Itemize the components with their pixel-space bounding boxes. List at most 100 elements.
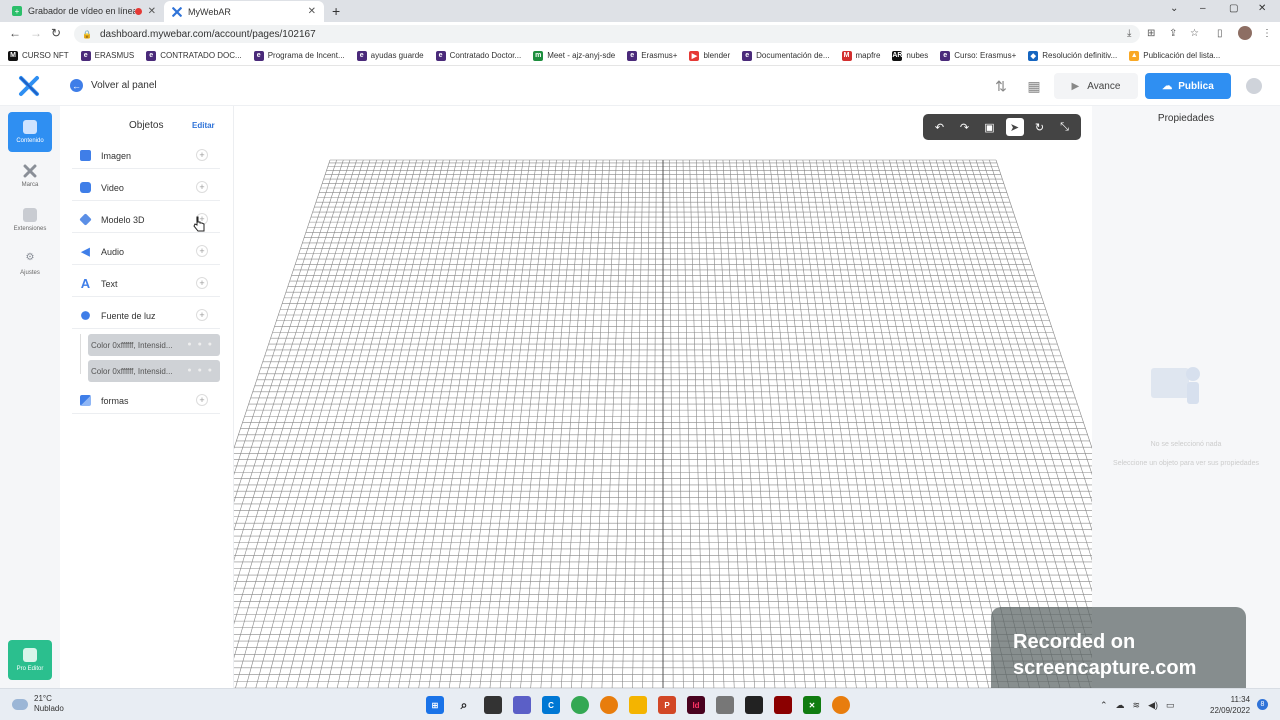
bookmark-star-icon[interactable]: ☆ [1190, 28, 1199, 39]
qr-code-icon[interactable]: ▦ [1020, 73, 1048, 99]
redo-icon[interactable]: ↷ [956, 118, 974, 136]
url-field[interactable]: 🔒 dashboard.mywebar.com/account/pages/10… [74, 25, 1140, 43]
bookmark-item[interactable]: e CONTRATADO DOC... [146, 50, 242, 61]
notification-badge[interactable]: 8 [1257, 699, 1268, 710]
add-video-icon[interactable]: + [196, 181, 208, 193]
search-icon[interactable]: ⌕ [455, 696, 473, 714]
indesign-icon[interactable]: Id [687, 696, 705, 714]
object-item-text[interactable]: A Text + [72, 271, 220, 297]
bookmark-item[interactable]: e Curso: Erasmus+ [940, 50, 1016, 61]
close-tab-icon[interactable]: ✕ [148, 6, 156, 17]
sort-arrows-icon[interactable]: ⇅ [987, 73, 1015, 99]
bookmark-item[interactable]: AR nubes [892, 50, 928, 61]
object-item-shapes[interactable]: formas + [72, 388, 220, 414]
objects-title: Objetos [129, 120, 164, 131]
add-audio-icon[interactable]: + [196, 245, 208, 257]
app-icon[interactable] [774, 696, 792, 714]
mywebar-logo-icon[interactable] [18, 75, 40, 97]
add-image-icon[interactable]: + [196, 149, 208, 161]
unity-icon[interactable] [745, 696, 763, 714]
battery-icon[interactable]: ▭ [1166, 700, 1175, 711]
edge-icon[interactable]: C [542, 696, 560, 714]
bookmark-item[interactable]: ▲ Publicación del lista... [1129, 50, 1220, 61]
scale-icon[interactable]: ⤡ [1056, 118, 1074, 136]
add-shape-icon[interactable]: + [196, 394, 208, 406]
blender-icon[interactable] [832, 696, 850, 714]
chrome-icon[interactable] [571, 696, 589, 714]
close-tab-icon[interactable]: ✕ [308, 6, 316, 17]
add-light-icon[interactable]: + [196, 309, 208, 321]
powerpoint-icon[interactable]: P [658, 696, 676, 714]
bookmark-item[interactable]: m Meet - ajz-anyj-sde [533, 50, 615, 61]
preview-button[interactable]: ▶ Avance [1054, 73, 1138, 99]
rail-item-settings[interactable]: ⚙ Ajustes [8, 244, 52, 284]
close-window-icon[interactable]: ✕ [1258, 3, 1266, 14]
item-actions-icon[interactable]: ● ● ● [187, 367, 214, 374]
bookmark-item[interactable]: e ayudas guarde [356, 50, 424, 61]
select-pointer-icon[interactable]: ➤ [1005, 118, 1024, 136]
scene-canvas[interactable]: ↶ ↷ ▣ ➤ ↻ ⤡ [234, 106, 1092, 688]
bookmark-item[interactable]: ▶ blender [689, 50, 730, 61]
volume-icon[interactable]: ◀) [1148, 700, 1158, 711]
bookmark-favicon-icon: M [841, 50, 852, 61]
weather-widget[interactable]: 21°C Nublado [12, 694, 64, 714]
user-avatar[interactable] [1246, 78, 1262, 94]
clock[interactable]: 11:34 22/09/2022 [1210, 694, 1250, 716]
pro-editor-button[interactable]: Pro Editor [8, 640, 52, 680]
onedrive-icon[interactable]: ☁ [1116, 700, 1125, 711]
file-explorer-icon[interactable] [629, 696, 647, 714]
add-text-icon[interactable]: + [196, 277, 208, 289]
rotate-icon[interactable]: ↻ [1031, 118, 1049, 136]
tab-screen-recorder[interactable]: + Grabador de vídeo en línea ✕ [4, 0, 164, 22]
menu-dots-icon[interactable]: ⋮ [1262, 28, 1272, 39]
bookmark-favicon-icon: ▶ [689, 50, 700, 61]
translate-icon[interactable]: ⊞ [1147, 28, 1155, 39]
bookmark-favicon-icon: e [80, 50, 91, 61]
rail-item-extensions[interactable]: Extensiones [8, 200, 52, 240]
blender-icon[interactable] [600, 696, 618, 714]
undo-icon[interactable]: ↶ [931, 118, 949, 136]
back-arrow-icon[interactable]: ← [9, 26, 21, 40]
back-to-dashboard-link[interactable]: ← Volver al panel [70, 79, 157, 92]
item-actions-icon[interactable]: ● ● ● [187, 341, 214, 348]
object-item-light-source[interactable]: Fuente de luz + [72, 303, 220, 329]
new-tab-icon[interactable]: + [332, 3, 340, 19]
tab-search-icon[interactable]: ⌄ [1170, 3, 1178, 14]
object-item-image[interactable]: Imagen + [72, 143, 220, 169]
restore-icon[interactable]: ▢ [1229, 3, 1238, 14]
side-panel-icon[interactable]: ▯ [1217, 28, 1223, 39]
wifi-icon[interactable]: ≋ [1133, 700, 1141, 711]
bookmark-item[interactable]: e Programa de Incent... [253, 50, 345, 61]
task-view-icon[interactable] [484, 696, 502, 714]
chevron-up-icon[interactable]: ⌃ [1100, 700, 1108, 711]
publish-button[interactable]: ☁ Publica [1145, 73, 1231, 99]
xbox-icon[interactable]: ✕ [803, 696, 821, 714]
object-item-audio[interactable]: ◀ Audio + [72, 239, 220, 265]
light-child-item[interactable]: Color 0xffffff, Intensid... ● ● ● [88, 334, 220, 356]
bookmark-item[interactable]: Mmapfre [841, 50, 880, 61]
rail-item-brand[interactable]: Marca [8, 156, 52, 196]
share-icon[interactable]: ⇪ [1169, 28, 1177, 39]
publish-label: Publica [1178, 80, 1214, 92]
chat-icon[interactable] [513, 696, 531, 714]
minimize-icon[interactable]: – [1200, 3, 1206, 14]
profile-avatar[interactable] [1238, 26, 1252, 40]
windows-start-icon[interactable]: ⊞ [426, 696, 444, 714]
bookmark-item[interactable]: e Documentación de... [742, 50, 830, 61]
bookmark-item[interactable]: e Contratado Doctor... [435, 50, 521, 61]
forward-arrow-icon[interactable]: → [30, 26, 42, 40]
bookmark-item[interactable]: M CURSO NFT [8, 50, 69, 61]
reload-icon[interactable]: ↻ [51, 26, 61, 40]
edit-objects-button[interactable]: Editar [192, 121, 215, 130]
save-icon[interactable]: ▣ [981, 118, 999, 136]
object-item-video[interactable]: Video + [72, 175, 220, 201]
bookmark-item[interactable]: e ERASMUS [80, 50, 134, 61]
app-icon[interactable] [716, 696, 734, 714]
tree-line [80, 334, 81, 374]
download-icon[interactable]: ⤓ [1127, 28, 1131, 39]
light-child-item[interactable]: Color 0xffffff, Intensid... ● ● ● [88, 360, 220, 382]
bookmark-item[interactable]: e Erasmus+ [627, 50, 677, 61]
bookmark-item[interactable]: ◆ Resolución definitiv... [1028, 50, 1117, 61]
tab-mywebar[interactable]: MyWebAR ✕ [164, 1, 324, 22]
rail-item-content[interactable]: Contenido [8, 112, 52, 152]
